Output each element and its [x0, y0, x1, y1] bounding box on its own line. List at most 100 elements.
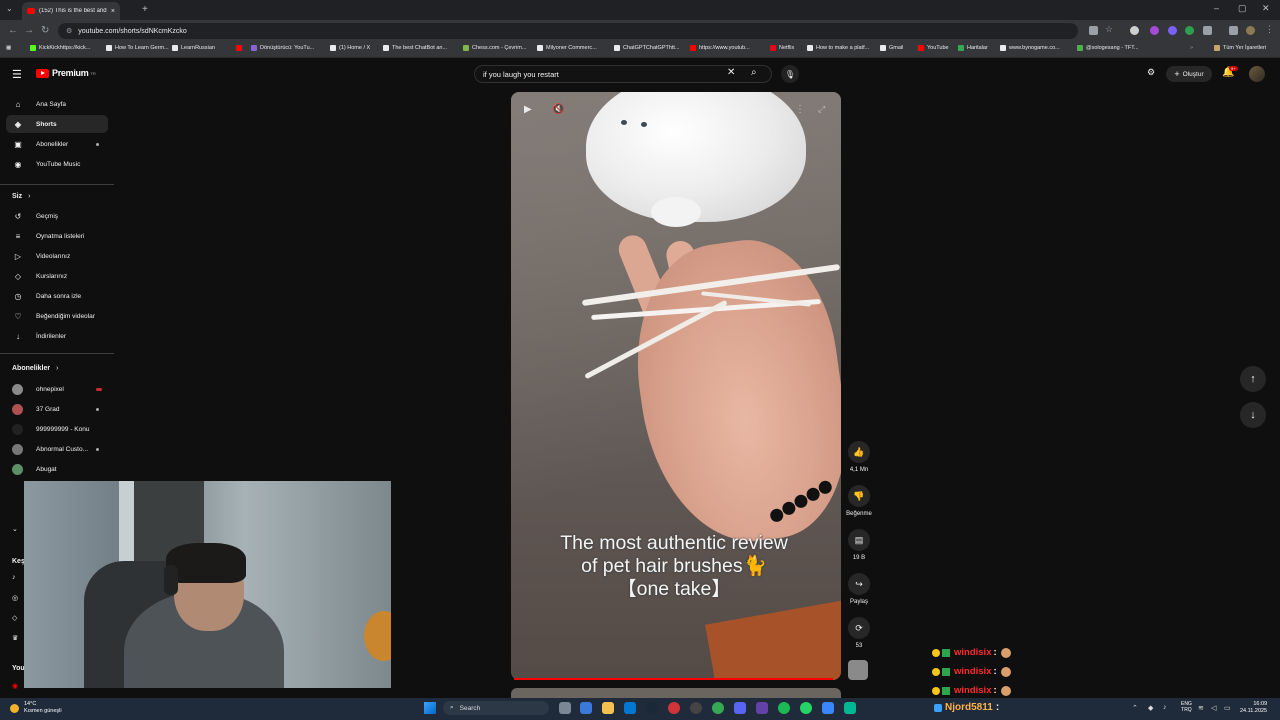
bookmark-item[interactable]: How to make a platf... [807, 45, 869, 51]
show-more-chevron-icon[interactable]: ⌄ [12, 525, 18, 533]
minimize-button[interactable]: – [1214, 3, 1219, 13]
new-tab-button[interactable]: + [142, 4, 148, 15]
taskbar-app-icon[interactable] [580, 702, 592, 714]
create-button[interactable]: + Oluştur [1166, 66, 1212, 82]
taskbar-app-icon[interactable] [756, 702, 768, 714]
share-button[interactable]: ↪ Paylaş [846, 573, 872, 605]
bookmark-item[interactable]: www.bynogame.co... [1000, 45, 1060, 51]
browser-menu-icon[interactable]: ⋮ [1265, 24, 1274, 34]
sidebar-item-abonelikler[interactable]: ▣ Abonelikler [6, 135, 108, 153]
subscription-item[interactable]: ohnepixel [6, 380, 108, 398]
search-icon[interactable]: ⌕ [751, 67, 757, 78]
cast-icon[interactable]: ⚙ [1147, 67, 1155, 78]
whatsapp-icon[interactable] [800, 702, 812, 714]
tab-close-icon[interactable]: × [111, 8, 115, 15]
tab-groups-icon[interactable] [1229, 26, 1238, 35]
comments-button[interactable]: ▤ 19 B [846, 529, 872, 561]
tray-overflow-icon[interactable]: ⌃ [1132, 704, 1138, 712]
bookmark-item[interactable]: YouTube [918, 45, 949, 51]
sidebar-item-youtube-music[interactable]: ◉ YouTube Music [6, 155, 108, 173]
clear-search-icon[interactable]: ✕ [727, 67, 735, 78]
battery-icon[interactable]: ▭ [1224, 704, 1231, 712]
bookmark-item[interactable]: The best ChatBot an... [383, 45, 447, 51]
tab-search-chevron-icon[interactable]: ⌄ [6, 4, 13, 13]
subscription-item[interactable]: 999999999 - Konu [6, 420, 108, 438]
reload-button[interactable]: ↻ [41, 25, 49, 36]
taskbar-app-icon[interactable] [690, 702, 702, 714]
forward-button[interactable]: → [24, 25, 34, 36]
next-short-arrow-icon[interactable]: ↓ [1240, 402, 1266, 428]
account-avatar[interactable] [1249, 66, 1265, 82]
site-info-icon[interactable]: ⚙ [66, 27, 72, 35]
microphone-icon[interactable]: ♪ [1163, 704, 1167, 711]
live-icon[interactable]: ◎ [12, 594, 18, 602]
taskbar-app-icon[interactable] [844, 702, 856, 714]
taskbar-app-icon[interactable] [822, 702, 834, 714]
bookmark-item[interactable]: Gmail [880, 45, 903, 51]
you-section-header[interactable]: Siz › [12, 193, 30, 200]
sidebar-item-oynatma-listeleri[interactable]: ≡ Oynatma listeleri [6, 227, 108, 245]
subscription-item[interactable]: 37 Grad [6, 400, 108, 418]
bookmark-item[interactable]: (1) Home / X [330, 45, 370, 51]
youtube-premium-logo[interactable]: Premium TR [36, 68, 96, 78]
profile-avatar[interactable] [1246, 26, 1255, 35]
like-button[interactable]: 👍 4,1 Mn [846, 441, 872, 473]
sidebar-item-ana-sayfa[interactable]: ⌂ Ana Sayfa [6, 95, 108, 113]
sidebar-item-shorts[interactable]: ◈ Shorts [6, 115, 108, 133]
sidebar-item-kurslarınız[interactable]: ◇ Kurslarınız [6, 267, 108, 285]
gaming-icon[interactable]: ◇ [12, 614, 17, 622]
sidebar-item-i-ndirilenler[interactable]: ↓ İndirilenler [6, 327, 108, 345]
weather-widget[interactable]: 14°C Kısmen güneşli [10, 701, 62, 715]
all-bookmarks-folder[interactable]: Tüm Yer İşaretleri [1214, 45, 1266, 51]
taskbar-search-input[interactable]: ⌕ Search [443, 701, 549, 715]
sidebar-item-geçmiş[interactable]: ↺ Geçmiş [6, 207, 108, 225]
browser-tab[interactable]: (152) This is the best and fastes × [22, 2, 120, 20]
youtube-studio-icon[interactable]: ◉ [12, 682, 18, 690]
subscription-item[interactable]: Abugat [6, 460, 108, 478]
extensions-puzzle-icon[interactable] [1203, 26, 1212, 35]
subscriptions-section-header[interactable]: Abonelikler › [12, 365, 58, 372]
bookmark-item[interactable]: @sologesang - TFT... [1077, 45, 1139, 51]
network-icon[interactable]: ≋ [1198, 704, 1204, 712]
remix-button[interactable]: ⟳ 53 [846, 617, 872, 649]
extension-icon[interactable] [1168, 26, 1177, 35]
sidebar-item-videolarınız[interactable]: ▷ Videolarınız [6, 247, 108, 265]
task-view-icon[interactable] [559, 702, 571, 714]
mute-icon[interactable]: 🔇 [552, 104, 564, 115]
bookmark-item[interactable]: Chess.com - Çevrim... [463, 45, 526, 51]
bookmark-item[interactable] [236, 45, 245, 51]
close-window-button[interactable]: ✕ [1262, 3, 1270, 14]
voice-search-icon[interactable]: 🎙 [781, 65, 799, 83]
bookmark-star-icon[interactable]: ☆ [1105, 24, 1114, 34]
spotify-icon[interactable] [778, 702, 790, 714]
discord-icon[interactable] [734, 702, 746, 714]
previous-short-arrow-icon[interactable]: ↑ [1240, 366, 1266, 392]
shopping-icon[interactable]: ♪ [12, 574, 16, 581]
volume-icon[interactable]: ◁ [1211, 704, 1216, 712]
sound-thumbnail[interactable] [848, 660, 868, 680]
tray-app-icon[interactable]: ◆ [1148, 704, 1153, 712]
address-bar[interactable]: ⚙ youtube.com/shorts/sdNKcmKzcko [58, 23, 1078, 39]
more-options-icon[interactable]: ⋮ [795, 104, 805, 115]
steam-icon[interactable] [646, 702, 658, 714]
taskbar-app-icon[interactable] [668, 702, 680, 714]
bookmark-item[interactable]: ChatGPTChatGPThtt... [614, 45, 680, 51]
bookmark-item[interactable]: https://www.youtub... [690, 45, 750, 51]
sidebar-item-daha-sonra-izle[interactable]: ◷ Daha sonra izle [6, 287, 108, 305]
cast-page-icon[interactable] [1089, 26, 1098, 35]
bookmark-item[interactable]: KickKickhttps://kick... [30, 45, 90, 51]
play-icon[interactable]: ▶ [524, 104, 532, 115]
trophy-icon[interactable]: ♛ [12, 634, 18, 642]
dislike-button[interactable]: 👎 Beğenme [846, 485, 872, 517]
file-explorer-icon[interactable] [602, 702, 614, 714]
extension-icon[interactable] [1185, 26, 1194, 35]
bookmark-item[interactable]: Milyoner Commerc... [537, 45, 597, 51]
bookmark-item[interactable]: LearnRussian [172, 45, 215, 51]
maximize-button[interactable]: ▢ [1238, 3, 1247, 14]
menu-hamburger-icon[interactable]: ☰ [12, 68, 22, 81]
extension-icon[interactable] [1150, 26, 1159, 35]
taskbar-clock[interactable]: 16:09 24.11.2025 [1240, 701, 1267, 715]
bookmark-item[interactable]: How To Learn Germ... [106, 45, 169, 51]
bookmark-item[interactable]: Dönüştürücü: YouTu... [251, 45, 314, 51]
bookmarks-overflow-icon[interactable]: » [1190, 45, 1193, 51]
